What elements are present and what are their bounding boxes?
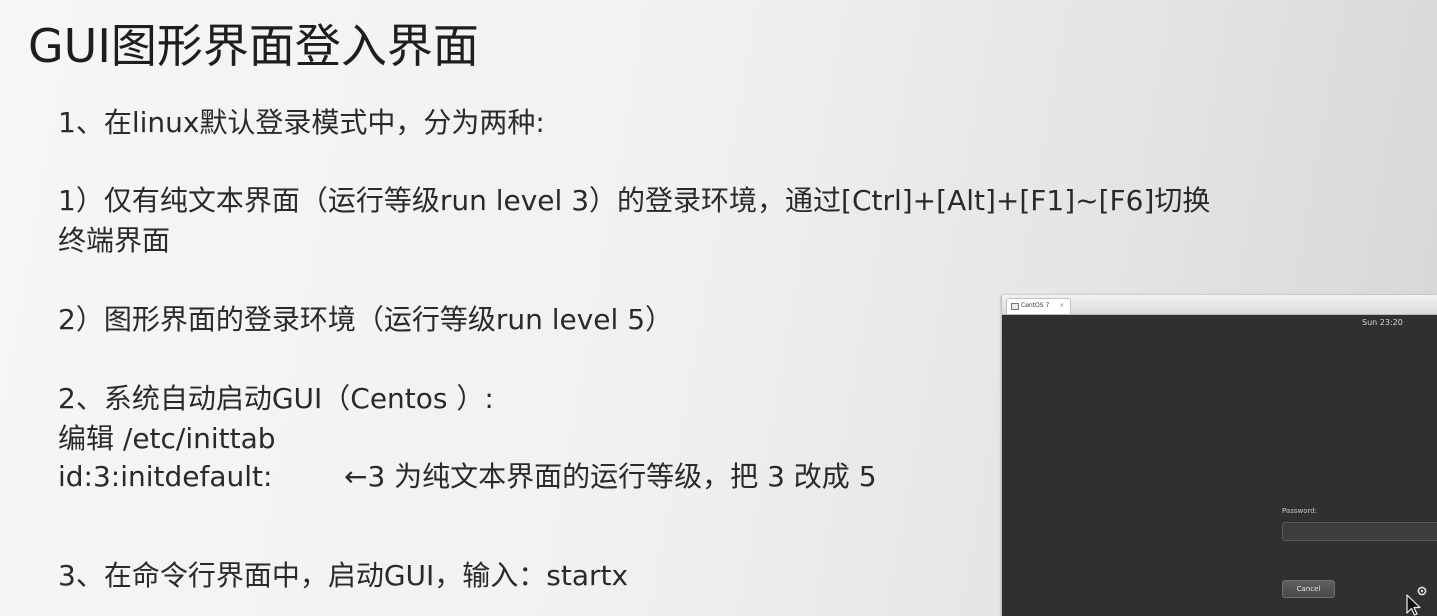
password-field[interactable] [1282, 522, 1437, 541]
text-line-startx: 3、在命令行界面中，启动GUI，输入：startx [58, 559, 629, 592]
text-line-mode-intro: 1、在linux默认登录模式中，分为两种: [58, 106, 545, 139]
vm-login-screenshot: CentOS 7 × Sun 23:20 Password: Cancel [1002, 295, 1437, 616]
text-line-gui-mode: 2）图形界面的登录环境（运行等级run level 5） [58, 303, 674, 336]
vm-tab[interactable]: CentOS 7 × [1006, 298, 1072, 314]
text-line-initdefault-note: ←3 为纯文本界面的运行等级，把 3 改成 5 [344, 460, 877, 493]
text-line-initdefault: id:3:initdefault: [58, 460, 273, 493]
clock: Sun 23:20 [1362, 318, 1403, 327]
text-line-edit-inittab: 编辑 /etc/inittab [58, 422, 276, 455]
slide-title: GUI图形界面登入界面 [28, 19, 479, 73]
close-icon[interactable]: × [1059, 299, 1064, 313]
vm-tab-icon [1011, 303, 1019, 310]
text-line-text-mode: 1）仅有纯文本界面（运行等级run level 3）的登录环境，通过[Ctrl]… [58, 184, 1211, 217]
password-label: Password: [1282, 507, 1318, 515]
text-line-auto-start: 2、系统自动启动GUI（Centos ）: [58, 382, 494, 415]
vm-tab-bar: CentOS 7 × [1002, 295, 1437, 315]
text-line-text-mode-cont: 终端界面 [58, 224, 171, 257]
cursor-icon [1406, 594, 1421, 616]
vm-tab-label: CentOS 7 [1021, 302, 1050, 309]
cancel-button[interactable]: Cancel [1282, 580, 1335, 598]
